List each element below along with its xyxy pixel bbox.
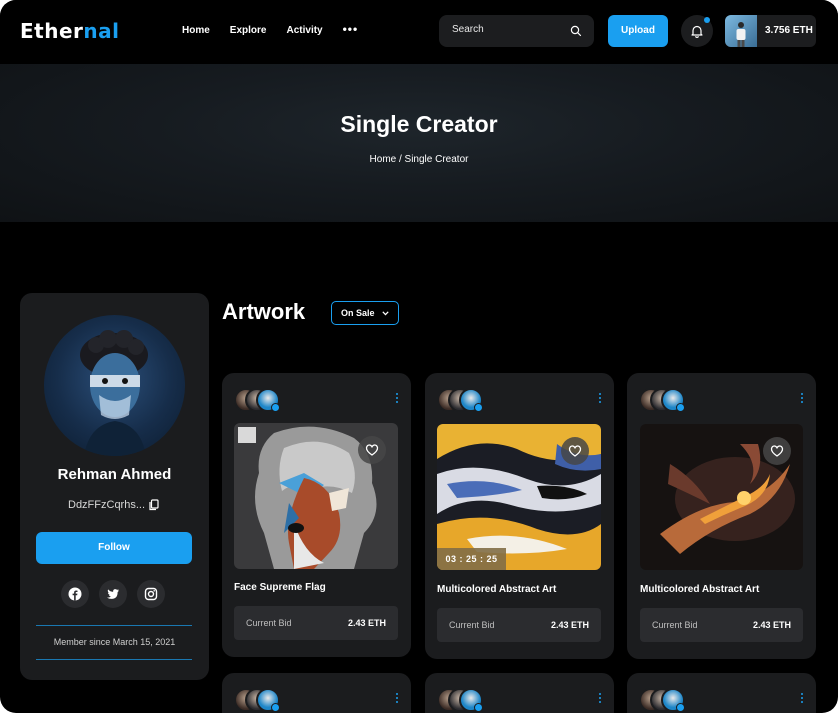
notification-dot [704,17,710,23]
like-button[interactable] [358,436,386,464]
bid-label: Current Bid [246,618,292,628]
bid-label: Current Bid [449,620,495,630]
more-menu-icon[interactable]: ••• [343,22,359,36]
creator-profile-card: Rehman Ahmed DdzFFzCqrhs... Follow Membe… [20,293,209,680]
artwork-image[interactable] [640,424,803,570]
artwork-image[interactable]: 03 : 25 : 25 [437,424,601,570]
search-icon[interactable] [570,25,582,37]
bid-value: 2.43 ETH [550,620,589,630]
more-options-icon[interactable] [800,393,804,405]
more-options-icon[interactable] [395,393,399,405]
verified-icon [676,403,685,412]
filter-selected-value: On Sale [341,308,375,318]
like-button[interactable] [763,437,791,465]
artwork-title: Multicolored Abstract Art [640,584,760,595]
like-button[interactable] [561,437,589,465]
top-nav-bar: Ethernal Home Explore Activity ••• Uploa… [0,0,838,64]
nav-activity[interactable]: Activity [286,25,322,36]
follow-button[interactable]: Follow [36,532,192,564]
artwork-card[interactable]: Face Supreme Flag Current Bid 2.43 ETH [222,373,411,657]
artwork-title: Multicolored Abstract Art [437,584,557,595]
logo[interactable]: Ethernal [20,19,119,43]
current-bid-box: Current Bid 2.43 ETH [640,608,803,642]
heart-icon [568,445,582,457]
user-photo-icon [736,22,746,47]
heart-icon [770,445,784,457]
owner-avatars [639,688,687,712]
creator-portrait-image [80,330,148,456]
artwork-card[interactable] [627,673,816,713]
verified-icon [676,703,685,712]
chevron-down-icon [382,311,389,316]
nav-home[interactable]: Home [182,25,210,36]
upload-button[interactable]: Upload [608,15,668,47]
auction-timer: 03 : 25 : 25 [437,548,506,570]
heart-icon [365,444,379,456]
artwork-image[interactable] [234,423,398,569]
bid-label: Current Bid [652,620,698,630]
search-box [439,15,594,47]
facebook-icon [68,587,82,601]
app-frame: Ethernal Home Explore Activity ••• Uploa… [0,0,838,713]
bell-icon [691,25,703,38]
artwork-card[interactable] [222,673,411,713]
divider [36,659,192,660]
more-options-icon[interactable] [395,693,399,705]
verified-icon [474,403,483,412]
divider [36,625,192,626]
more-options-icon[interactable] [598,393,602,405]
owner-avatars [437,388,485,412]
twitter-icon [107,589,119,599]
logo-accent-text: nal [83,19,120,43]
nav-explore[interactable]: Explore [230,25,267,36]
facebook-link[interactable] [61,580,89,608]
member-since: Member since March 15, 2021 [53,637,176,647]
owner-avatars [437,688,485,712]
more-options-icon[interactable] [800,693,804,705]
verified-icon [271,703,280,712]
wallet-button[interactable]: 3.756 ETH [725,15,816,47]
bid-value: 2.43 ETH [347,618,386,628]
creator-avatar [44,315,185,456]
bid-value: 2.43 ETH [752,620,791,630]
instagram-icon [144,587,158,601]
twitter-link[interactable] [99,580,127,608]
artwork-title: Face Supreme Flag [234,582,326,593]
copy-icon[interactable] [148,499,160,511]
owner-avatars [639,388,687,412]
section-title: Artwork [222,299,306,324]
avatar [725,15,757,47]
breadcrumb[interactable]: Home / Single Creator [0,154,838,165]
owner-avatars [234,688,282,712]
creator-name: Rehman Ahmed [57,466,172,483]
instagram-link[interactable] [137,580,165,608]
page-hero: Single Creator Home / Single Creator [0,64,838,222]
main-nav: Home Explore Activity ••• [182,22,359,36]
owner-avatars [234,388,282,412]
artwork-card[interactable]: Multicolored Abstract Art Current Bid 2.… [627,373,816,659]
wallet-balance: 3.756 ETH [765,25,813,36]
verified-icon [474,703,483,712]
social-links [61,580,165,608]
notifications-button[interactable] [681,15,713,47]
page-title: Single Creator [340,111,498,137]
artwork-card[interactable]: 03 : 25 : 25 Multicolored Abstract Art C… [425,373,614,659]
current-bid-box: Current Bid 2.43 ETH [234,606,398,640]
more-options-icon[interactable] [598,693,602,705]
search-input[interactable] [452,24,562,35]
verified-icon [271,403,280,412]
current-bid-box: Current Bid 2.43 ETH [437,608,601,642]
wallet-address: DdzFFzCqrhs... [68,499,146,511]
logo-text: Ether [20,19,84,43]
filter-dropdown[interactable]: On Sale [331,301,399,325]
artwork-card[interactable] [425,673,614,713]
